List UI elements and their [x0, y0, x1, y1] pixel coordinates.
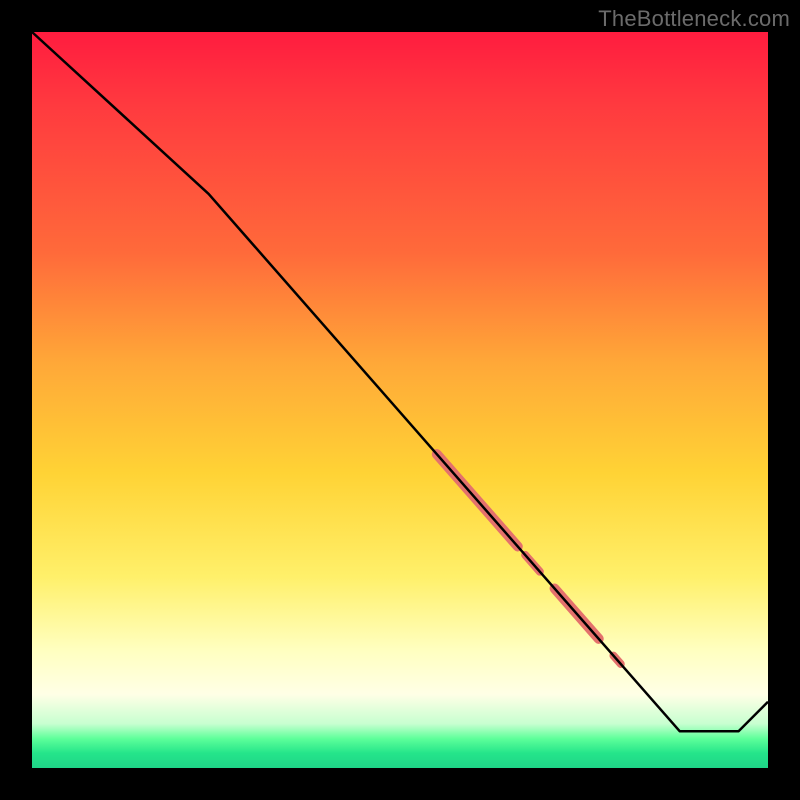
plot-svg [32, 32, 768, 768]
chart-frame: TheBottleneck.com [0, 0, 800, 800]
watermark-text: TheBottleneck.com [598, 6, 790, 32]
plot-area [32, 32, 768, 768]
series-layer [32, 32, 768, 731]
series-line [32, 32, 768, 731]
